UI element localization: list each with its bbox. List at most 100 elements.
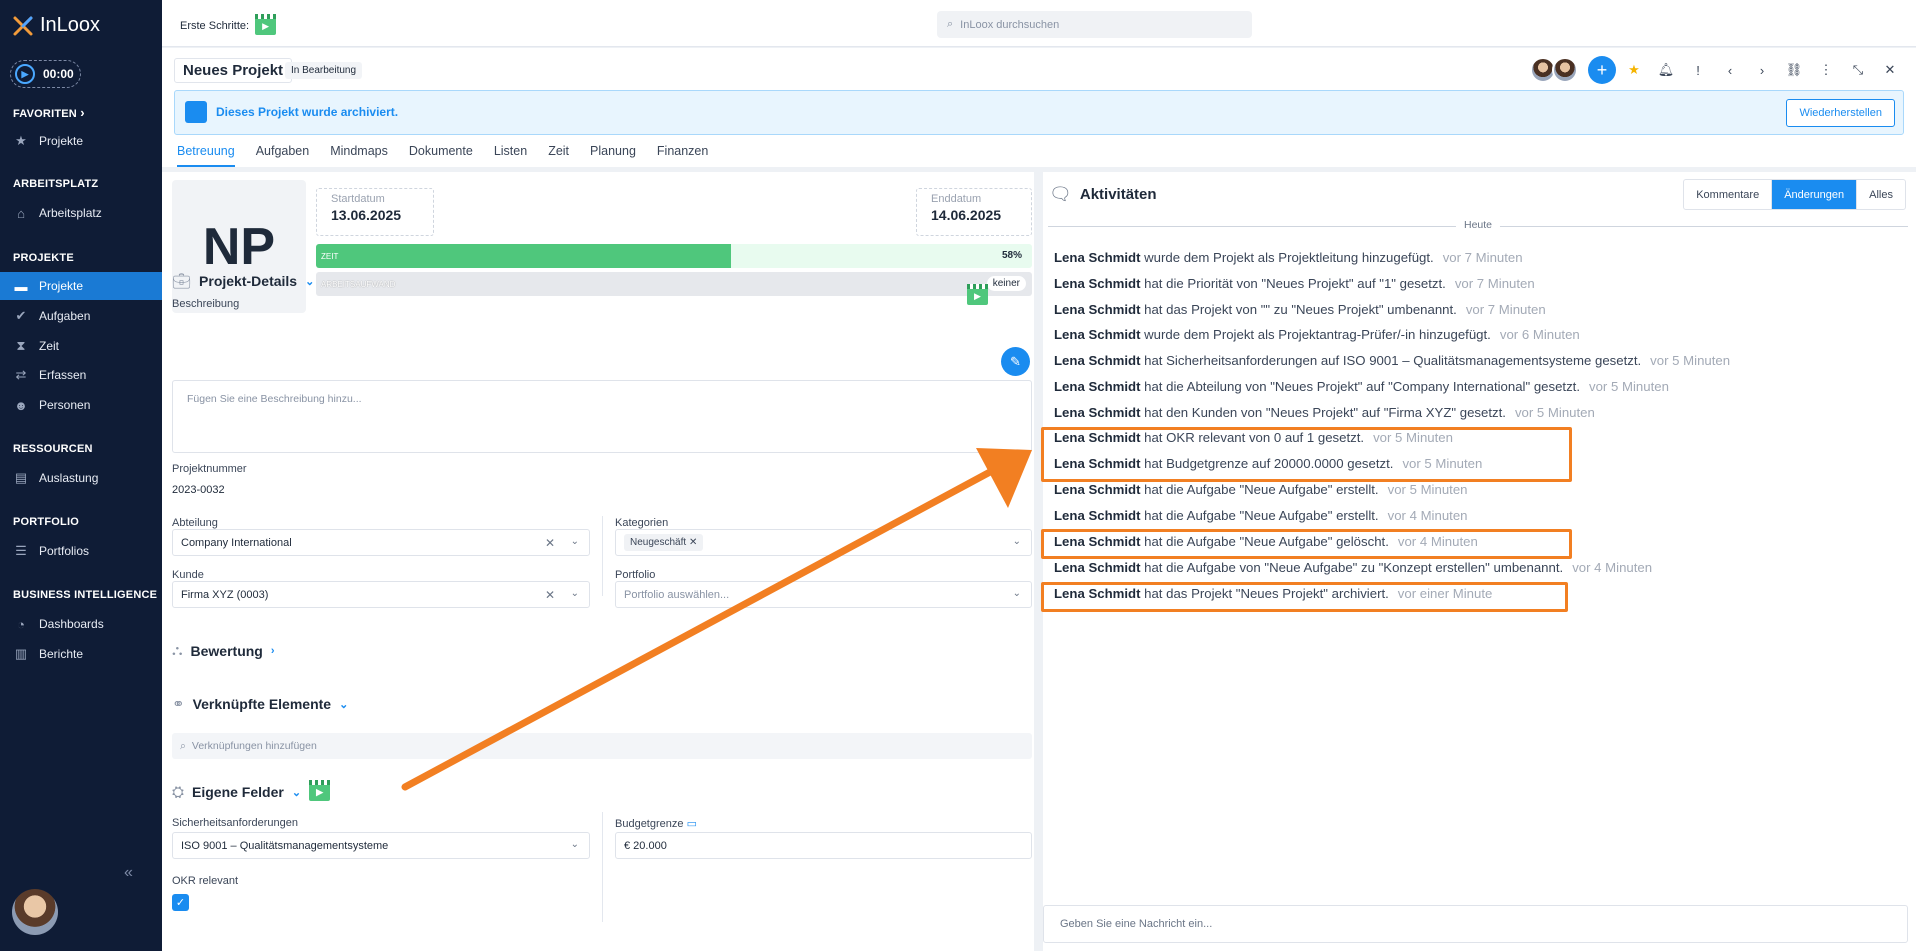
link-search-input[interactable]: ⌕ Verknüpfungen hinzufügen — [172, 733, 1032, 759]
activity-row: Lena Schmidt hat den Kunden von "Neues P… — [1054, 405, 1595, 420]
priority-icon[interactable]: ! — [1684, 56, 1712, 84]
chevron-left-icon[interactable]: ‹ — [1716, 56, 1744, 84]
activity-user[interactable]: Lena Schmidt — [1054, 327, 1140, 342]
description-textarea[interactable]: Fügen Sie eine Beschreibung hinzu... — [172, 380, 1032, 453]
sidebar-item-auslastung[interactable]: ▤ Auslastung — [0, 464, 162, 492]
team-avatar[interactable] — [1552, 57, 1578, 83]
collapse-sidebar-icon[interactable]: « — [124, 864, 133, 882]
project-number-value: 2023-0032 — [172, 484, 225, 496]
filter-kommentare[interactable]: Kommentare — [1684, 180, 1771, 209]
activities-header: 🗨︎ Aktivitäten — [1049, 184, 1157, 204]
sidebar-item-portfolios[interactable]: ☰ Portfolios — [0, 537, 162, 565]
portfolio-icon: ☰ — [15, 543, 27, 558]
add-member-button[interactable]: + — [1588, 56, 1616, 84]
sidebar-item-projekte[interactable]: ▬ Projekte — [0, 272, 162, 300]
close-icon[interactable]: ✕ — [1876, 56, 1904, 84]
customer-select[interactable]: Firma XYZ (0003) ✕ ⌄ — [172, 581, 590, 608]
tab-finanzen[interactable]: Finanzen — [657, 144, 708, 167]
tab-mindmaps[interactable]: Mindmaps — [330, 144, 388, 167]
global-search-input[interactable]: ⌕ InLoox durchsuchen — [937, 11, 1252, 38]
portfolio-select[interactable]: Portfolio auswählen... ⌄ — [615, 581, 1032, 608]
project-details-panel: NP Startdatum 13.06.2025 Enddatum 14.06.… — [162, 172, 1034, 951]
folder-icon: ▬ — [14, 278, 28, 294]
link-icon[interactable]: ⛓ — [1780, 56, 1808, 84]
tab-betreuung[interactable]: Betreuung — [177, 144, 235, 167]
section-bewertung[interactable]: ⛬ Bewertung › — [172, 642, 275, 659]
end-date[interactable]: Enddatum 14.06.2025 — [916, 188, 1032, 236]
category-chip[interactable]: Neugeschäft ✕ — [624, 534, 704, 551]
message-input[interactable]: Geben Sie eine Nachricht ein... — [1043, 905, 1908, 943]
divider — [602, 516, 603, 596]
chevron-down-icon[interactable]: ⌄ — [571, 536, 579, 547]
project-initials[interactable]: NP — [172, 180, 306, 313]
activity-user[interactable]: Lena Schmidt — [1054, 482, 1140, 497]
restore-button[interactable]: Wiederherstellen — [1786, 99, 1895, 127]
chevron-down-icon: ⌄ — [305, 275, 315, 288]
chevron-down-icon[interactable]: ⌄ — [1013, 536, 1021, 547]
tab-aufgaben[interactable]: Aufgaben — [256, 144, 310, 167]
section-eigene-felder[interactable]: ⛭ Eigene Felder ⌄ ▶ — [172, 780, 331, 801]
filter-alles[interactable]: Alles — [1856, 180, 1905, 209]
more-icon[interactable]: ⋮ — [1812, 56, 1840, 84]
chevron-right-icon[interactable]: › — [1748, 56, 1776, 84]
section-projekt-details[interactable]: 💼︎ Projekt-Details ⌄ — [172, 272, 314, 290]
video-tutorial-icon[interactable]: ▶ — [967, 284, 988, 305]
collapse-icon[interactable]: ⤡ — [1844, 56, 1872, 84]
start-date[interactable]: Startdatum 13.06.2025 — [316, 188, 434, 236]
sidebar-item-erfassen[interactable]: ⇄ Erfassen — [0, 361, 162, 389]
activity-user[interactable]: Lena Schmidt — [1054, 250, 1140, 265]
activity-time: vor 5 Minuten — [1650, 353, 1731, 368]
sidebar-head-projekte: PROJEKTE — [13, 252, 74, 264]
categories-select[interactable]: Neugeschäft ✕ ⌄ — [615, 529, 1032, 556]
sidebar-item-dashboards[interactable]: ◔ Dashboards — [0, 610, 162, 638]
inloox-logo-icon — [13, 16, 33, 35]
sidebar-item-favorite-projects[interactable]: ★ Projekte — [0, 127, 162, 155]
hourglass-icon: ⧗ — [16, 338, 26, 353]
budget-input[interactable]: € 20.000 — [615, 832, 1032, 859]
tab-listen[interactable]: Listen — [494, 144, 527, 167]
activity-user[interactable]: Lena Schmidt — [1054, 560, 1140, 575]
activity-user[interactable]: Lena Schmidt — [1054, 276, 1140, 291]
status-badge[interactable]: In Bearbeitung — [285, 62, 363, 79]
filter-aenderungen[interactable]: Änderungen — [1771, 180, 1857, 209]
activity-user[interactable]: Lena Schmidt — [1054, 379, 1140, 394]
tab-dokumente[interactable]: Dokumente — [409, 144, 473, 167]
section-verknuepfte-elemente[interactable]: ⚭ Verknüpfte Elemente ⌄ — [172, 695, 348, 713]
archived-banner: Dieses Projekt wurde archiviert. Wiederh… — [174, 90, 1904, 135]
inloox-logo[interactable]: InLoox — [12, 14, 100, 37]
activity-user[interactable]: Lena Schmidt — [1054, 302, 1140, 317]
sidebar-head-bi: BUSINESS INTELLIGENCE — [13, 589, 158, 601]
tab-zeit[interactable]: Zeit — [548, 144, 569, 167]
sidebar-item-berichte[interactable]: ▥ Berichte — [0, 640, 162, 668]
chevron-down-icon[interactable]: ⌄ — [1013, 588, 1021, 599]
ai-edit-button[interactable]: ✎ — [1001, 347, 1030, 376]
okr-checkbox[interactable]: ✓ — [172, 894, 189, 911]
sidebar-item-aufgaben[interactable]: ✔ Aufgaben — [0, 302, 162, 330]
tab-planung[interactable]: Planung — [590, 144, 636, 167]
video-tutorial-icon[interactable]: ▶ — [309, 780, 331, 801]
activity-user[interactable]: Lena Schmidt — [1054, 405, 1140, 420]
sidebar-item-arbeitsplatz[interactable]: ⌂ Arbeitsplatz — [0, 199, 162, 227]
sidebar-item-personen[interactable]: ☻ Personen — [0, 391, 162, 419]
activity-user[interactable]: Lena Schmidt — [1054, 508, 1140, 523]
project-title[interactable]: Neues Projekt — [174, 58, 293, 83]
star-icon[interactable]: ★ — [1620, 56, 1648, 84]
chevron-down-icon[interactable]: ⌄ — [571, 839, 579, 850]
activity-user[interactable]: Lena Schmidt — [1054, 353, 1140, 368]
sidebar-head-favoriten[interactable]: FAVORITEN › — [13, 105, 85, 120]
security-select[interactable]: ISO 9001 – Qualitätsmanagementsysteme ⌄ — [172, 832, 590, 859]
video-tutorial-icon[interactable]: ▶ — [255, 14, 277, 35]
timer-button[interactable]: ▶ 00:00 — [10, 60, 81, 88]
description-label: Beschreibung — [172, 298, 240, 310]
department-select[interactable]: Company International ✕ ⌄ — [172, 529, 590, 556]
remove-icon[interactable]: ✕ — [689, 537, 697, 548]
report-icon: ▥ — [14, 646, 28, 661]
first-steps[interactable]: Erste Schritte: ▶ — [180, 14, 277, 35]
clear-icon[interactable]: ✕ — [545, 536, 555, 550]
user-avatar[interactable] — [12, 889, 58, 935]
bell-icon[interactable]: 🔔︎ — [1652, 56, 1680, 84]
sidebar-item-zeit[interactable]: ⧗ Zeit — [0, 332, 162, 360]
sidebar-head-portfolio: PORTFOLIO — [13, 516, 79, 528]
chevron-down-icon[interactable]: ⌄ — [571, 588, 579, 599]
clear-icon[interactable]: ✕ — [545, 588, 555, 602]
